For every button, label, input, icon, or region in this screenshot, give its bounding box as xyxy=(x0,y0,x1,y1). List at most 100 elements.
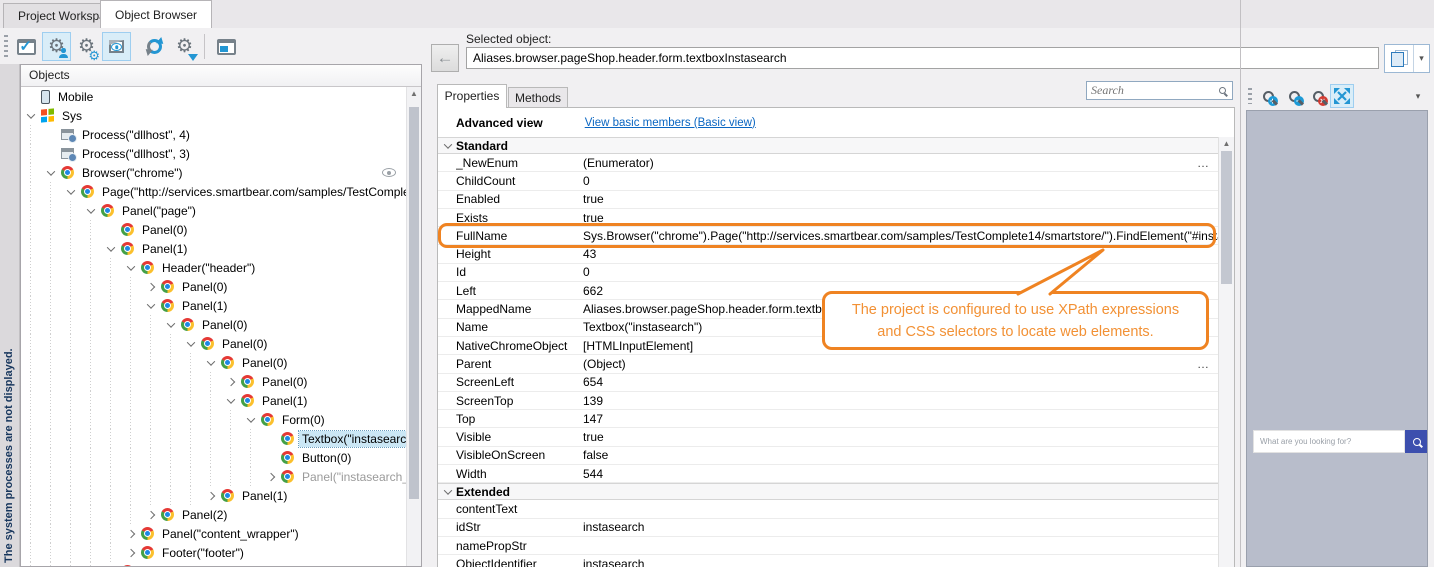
property-row[interactable]: ScreenTop139 xyxy=(438,392,1218,410)
toolbar-grip[interactable] xyxy=(4,35,8,58)
property-row[interactable]: VisibleOnScreenfalse xyxy=(438,447,1218,465)
member-search-input[interactable] xyxy=(1087,83,1219,98)
expander-icon[interactable] xyxy=(241,410,261,429)
expander-icon[interactable] xyxy=(121,543,141,562)
property-row[interactable]: Parent(Object)… xyxy=(438,355,1218,373)
expander-icon[interactable] xyxy=(41,163,61,182)
property-row[interactable]: Existstrue xyxy=(438,209,1218,227)
expander-icon[interactable] xyxy=(101,239,121,258)
zoom-in-button[interactable]: + xyxy=(1256,84,1280,108)
process-options-button[interactable]: ⚙⚙ xyxy=(72,32,101,61)
scroll-up-icon[interactable]: ▲ xyxy=(1219,137,1234,151)
property-row[interactable]: Top147 xyxy=(438,410,1218,428)
tree-item[interactable]: Form(0) xyxy=(21,410,406,429)
property-row[interactable]: _NewEnum(Enumerator)… xyxy=(438,154,1218,172)
expander-icon[interactable] xyxy=(181,334,201,353)
tree-item[interactable]: Page("http://services.smartbear.com/samp… xyxy=(21,182,406,201)
show-process-tree-button[interactable]: ⚙ xyxy=(42,32,71,61)
panel-layout-button[interactable] xyxy=(212,32,241,61)
property-row[interactable]: namePropStr xyxy=(438,537,1218,555)
property-row[interactable]: Width544 xyxy=(438,465,1218,483)
expander-icon[interactable] xyxy=(61,182,81,201)
expander-icon[interactable] xyxy=(81,201,101,220)
scroll-up-icon[interactable]: ▲ xyxy=(407,87,421,101)
selected-object-input[interactable] xyxy=(466,47,1379,69)
filter-button[interactable]: ⚙ xyxy=(170,32,199,61)
property-value: true xyxy=(583,192,1218,206)
tree-item[interactable]: Panel("content_wrapper") xyxy=(21,524,406,543)
tab-properties[interactable]: Properties xyxy=(437,84,507,108)
copy-button[interactable] xyxy=(1385,45,1413,72)
expander-icon[interactable] xyxy=(221,372,241,391)
back-button[interactable]: ← xyxy=(431,44,459,72)
tree-item[interactable]: Panel(0) xyxy=(21,334,406,353)
expander-icon[interactable] xyxy=(141,296,161,315)
section-header[interactable]: Standard xyxy=(438,137,1218,154)
expander-icon[interactable] xyxy=(161,315,181,334)
tab-methods[interactable]: Methods xyxy=(508,87,568,108)
property-row[interactable]: contentText xyxy=(438,500,1218,518)
tree-item[interactable]: Textbox("instasearch") xyxy=(21,429,406,448)
properties-scrollbar[interactable]: ▲ xyxy=(1218,137,1234,567)
refresh-button[interactable] xyxy=(140,32,169,61)
fit-to-window-button[interactable] xyxy=(1330,84,1354,108)
property-row[interactable]: idStrinstasearch xyxy=(438,519,1218,537)
ellipsis-button[interactable]: … xyxy=(1197,156,1210,170)
property-row[interactable]: ChildCount0 xyxy=(438,172,1218,190)
tree-item[interactable]: Button(0) xyxy=(21,448,406,467)
panel-divider[interactable] xyxy=(1240,0,1241,567)
section-header[interactable]: Extended xyxy=(438,483,1218,500)
tree-item[interactable]: Header("header") xyxy=(21,258,406,277)
preview-toolbar-grip[interactable] xyxy=(1248,88,1252,104)
tab-object-browser[interactable]: Object Browser xyxy=(100,0,212,28)
tree-scrollbar-thumb[interactable] xyxy=(409,107,419,499)
section-name: Extended xyxy=(456,485,510,499)
tree-item[interactable]: Panel(0) xyxy=(21,353,406,372)
preview-dropdown-button[interactable]: ▾ xyxy=(1406,84,1430,108)
zoom-reset-button[interactable]: × xyxy=(1306,84,1330,108)
expander-icon[interactable] xyxy=(21,106,41,125)
tree-guide xyxy=(141,391,161,410)
expander-icon[interactable] xyxy=(201,486,221,505)
tree-item[interactable]: Panel(1) xyxy=(21,239,406,258)
expander-icon[interactable] xyxy=(261,467,281,486)
zoom-out-button[interactable]: − xyxy=(1282,84,1306,108)
tree-item[interactable]: Panel("page") xyxy=(21,201,406,220)
tree-item[interactable]: Panel("instasearch_drop xyxy=(21,467,406,486)
highlight-object-button[interactable]: ✓ xyxy=(12,32,41,61)
tree-item[interactable]: Panel(1) xyxy=(21,391,406,410)
tree-item[interactable]: Process("dllhost", 4) xyxy=(21,125,406,144)
property-row[interactable]: Visibletrue xyxy=(438,428,1218,446)
basic-view-link[interactable]: View basic members (Basic view) xyxy=(585,117,756,129)
properties-scrollbar-thumb[interactable] xyxy=(1221,151,1232,284)
expander-icon[interactable] xyxy=(141,277,161,296)
tree-item[interactable]: Process("dllhost", 3) xyxy=(21,144,406,163)
tree-item[interactable]: Panel(0) xyxy=(21,220,406,239)
expander-icon[interactable] xyxy=(121,524,141,543)
copy-dropdown-button[interactable]: ▾ xyxy=(1413,45,1429,72)
ellipsis-button[interactable]: … xyxy=(1197,357,1210,371)
tree-item[interactable] xyxy=(21,562,406,566)
property-row[interactable]: FullNameSys.Browser("chrome").Page("http… xyxy=(438,227,1218,245)
expander-icon[interactable] xyxy=(141,505,161,524)
tree-scrollbar[interactable]: ▲ xyxy=(406,87,421,566)
tree-item[interactable]: Panel(2) xyxy=(21,505,406,524)
property-row[interactable]: Enabledtrue xyxy=(438,191,1218,209)
view-object-button[interactable] xyxy=(102,32,131,61)
expander-icon[interactable] xyxy=(201,353,221,372)
property-row[interactable]: ObjectIdentifierinstasearch xyxy=(438,555,1218,567)
expander-icon[interactable] xyxy=(221,391,241,410)
highlight-on-screen-eye-icon[interactable] xyxy=(382,168,396,177)
property-row[interactable]: ScreenLeft654 xyxy=(438,374,1218,392)
search-icon[interactable] xyxy=(1219,87,1226,94)
tree-item[interactable]: Panel(1) xyxy=(21,296,406,315)
tree-item[interactable]: Sys xyxy=(21,106,406,125)
tree-item[interactable]: Panel(0) xyxy=(21,372,406,391)
expander-icon[interactable] xyxy=(121,258,141,277)
tree-item[interactable]: Mobile xyxy=(21,87,406,106)
tree-item[interactable]: Panel(1) xyxy=(21,486,406,505)
tree-item[interactable]: Footer("footer") xyxy=(21,543,406,562)
tree-item[interactable]: Panel(0) xyxy=(21,277,406,296)
tree-item[interactable]: Panel(0) xyxy=(21,315,406,334)
tree-item[interactable]: Browser("chrome") xyxy=(21,163,406,182)
